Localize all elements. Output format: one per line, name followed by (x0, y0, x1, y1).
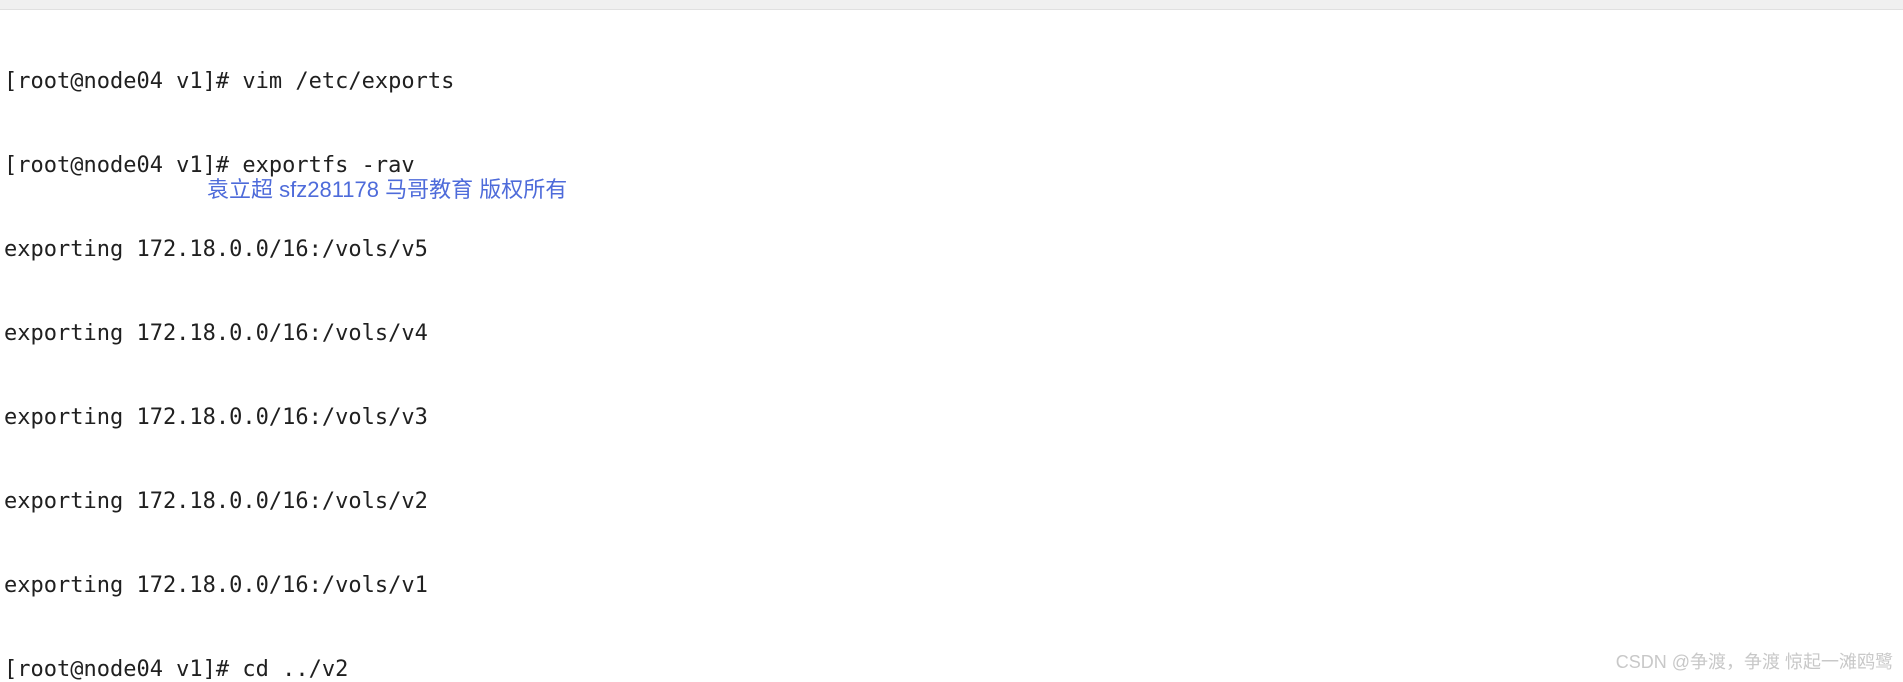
terminal-line: exporting 172.18.0.0/16:/vols/v3 (4, 404, 1899, 432)
terminal-line: [root@node04 v1]# cd ../v2 (4, 656, 1899, 682)
output: exporting 172.18.0.0/16:/vols/v3 (4, 405, 428, 430)
terminal-line: exporting 172.18.0.0/16:/vols/v4 (4, 320, 1899, 348)
terminal-line: exporting 172.18.0.0/16:/vols/v2 (4, 488, 1899, 516)
prompt: [root@node04 v1]# (4, 657, 242, 682)
output: exporting 172.18.0.0/16:/vols/v5 (4, 237, 428, 262)
window-tab-strip (0, 0, 1903, 10)
prompt: [root@node04 v1]# (4, 69, 242, 94)
prompt: [root@node04 v1]# (4, 153, 242, 178)
command: exportfs -rav (242, 153, 414, 178)
command: vim /etc/exports (242, 69, 454, 94)
output: exporting 172.18.0.0/16:/vols/v4 (4, 321, 428, 346)
command: cd ../v2 (242, 657, 348, 682)
terminal-line: exporting 172.18.0.0/16:/vols/v1 (4, 572, 1899, 600)
terminal-line: [root@node04 v1]# exportfs -rav (4, 152, 1899, 180)
output: exporting 172.18.0.0/16:/vols/v2 (4, 489, 428, 514)
terminal-line: [root@node04 v1]# vim /etc/exports (4, 68, 1899, 96)
output: exporting 172.18.0.0/16:/vols/v1 (4, 573, 428, 598)
terminal-line: exporting 172.18.0.0/16:/vols/v5 (4, 236, 1899, 264)
terminal-output[interactable]: [root@node04 v1]# vim /etc/exports [root… (0, 10, 1903, 682)
